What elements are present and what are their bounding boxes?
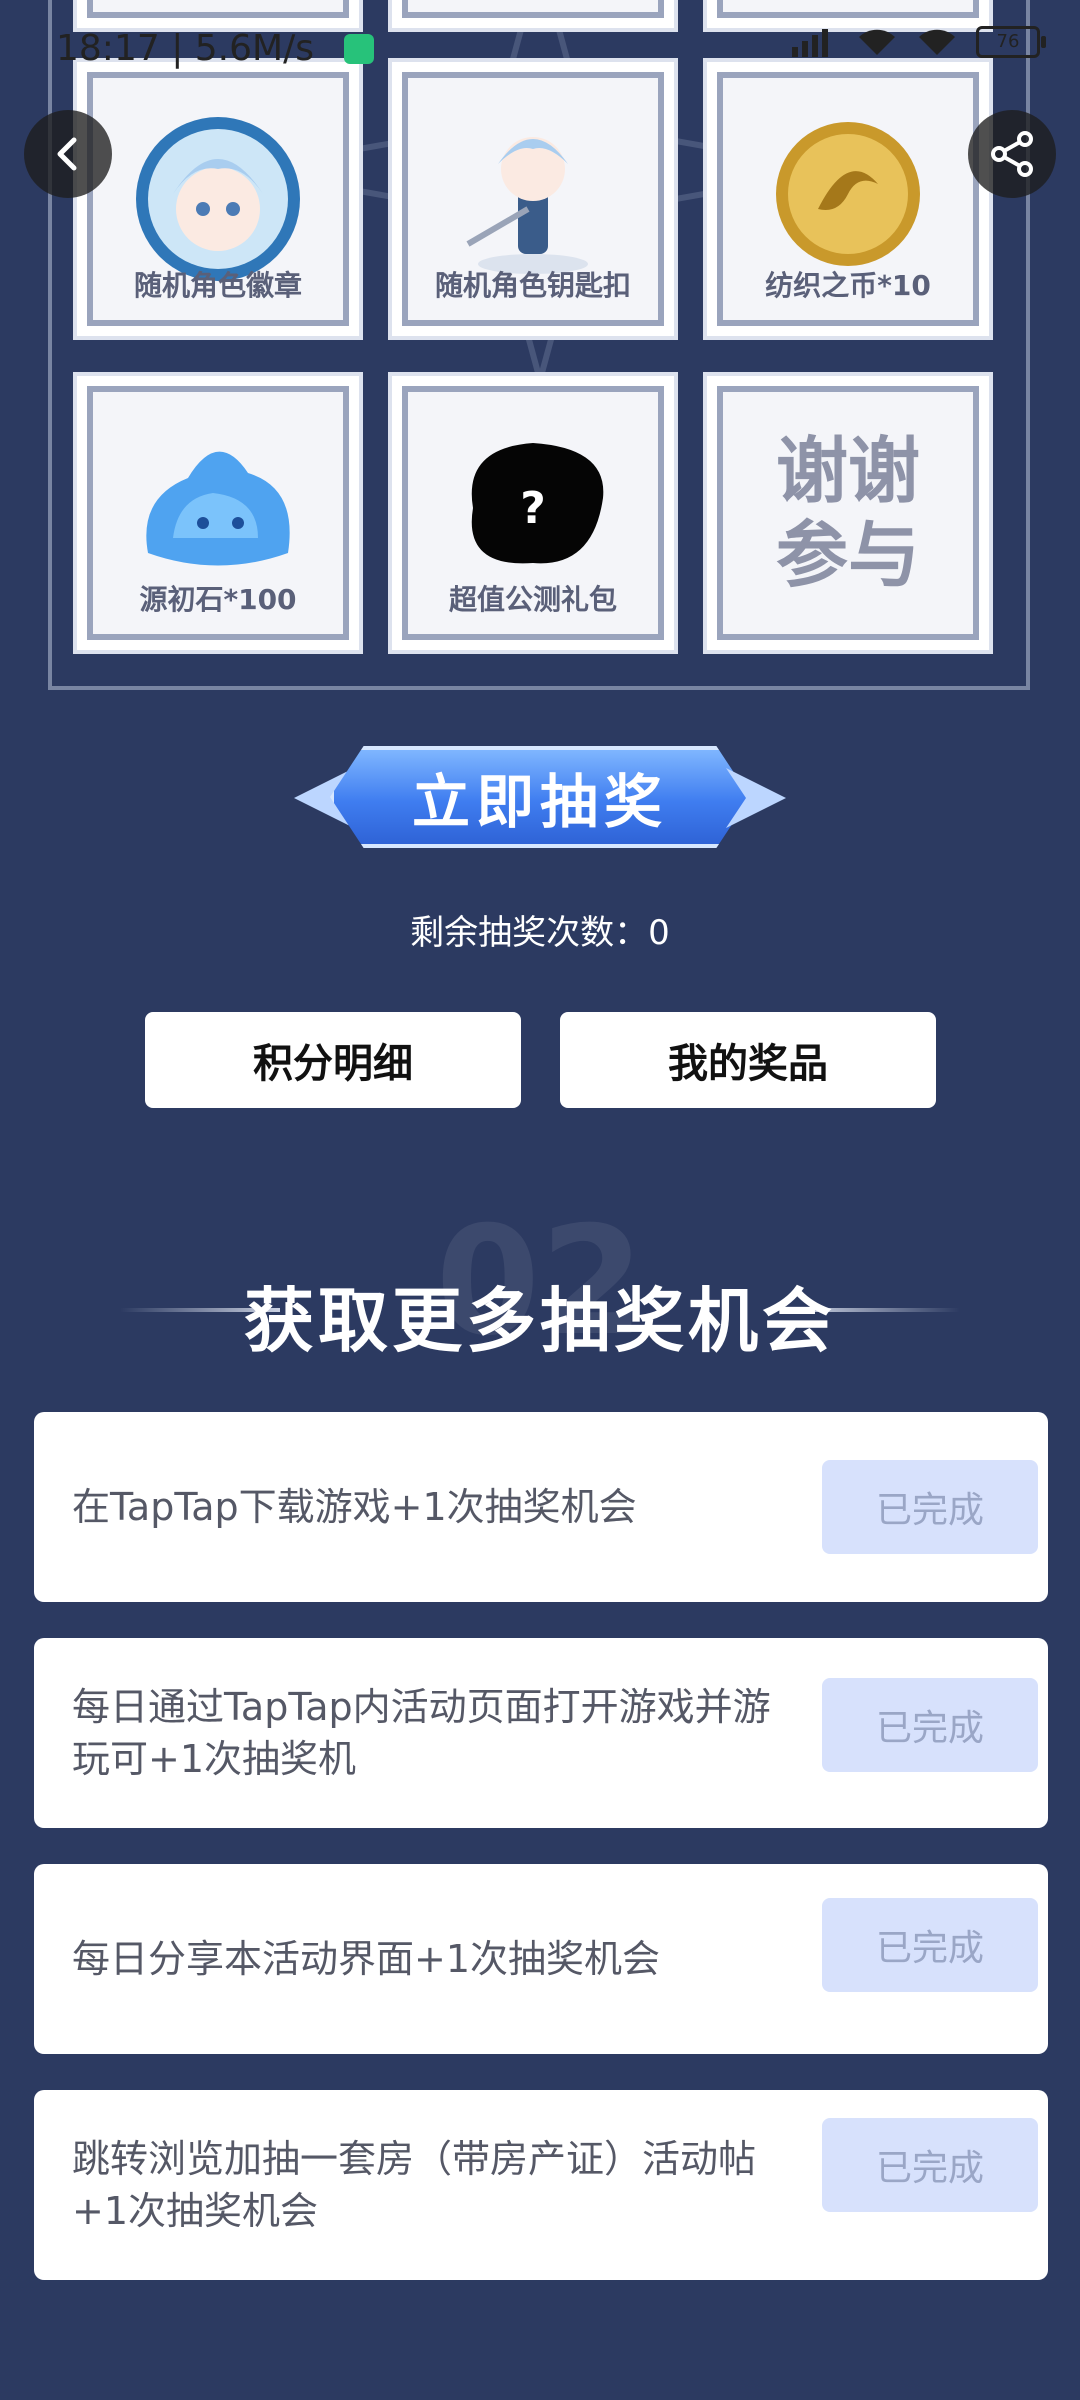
task-text: 在TapTap下载游戏+1次抽奖机会 [72, 1485, 637, 1529]
task-card: 在TapTap下载游戏+1次抽奖机会 已完成 [34, 1412, 1048, 1602]
task-card: 每日分享本活动界面+1次抽奖机会 已完成 [34, 1864, 1048, 2054]
gold-coin-icon [776, 122, 920, 266]
svg-text:?: ? [520, 483, 546, 534]
prize-label: 随机角色钥匙扣 [434, 269, 631, 302]
chevron-left-icon [57, 137, 77, 171]
section-title: 获取更多抽奖机会 [244, 1279, 836, 1362]
task-completed-button[interactable]: 已完成 [822, 2118, 1038, 2212]
prize-label: 源初石*100 [139, 583, 297, 616]
app-notification-icon [344, 34, 374, 64]
task-text: 每日分享本活动界面+1次抽奖机会 [72, 1937, 661, 1981]
task-completed-button[interactable]: 已完成 [822, 1678, 1038, 1772]
prize-label: 纺织之币*10 [765, 269, 931, 302]
prize-cell: 随机角色钥匙扣 [388, 58, 678, 340]
mystery-gift-icon: ? [471, 443, 604, 564]
my-prizes-button[interactable]: 我的奖品 [560, 1012, 936, 1108]
prize-cell: 谢谢参与 [703, 372, 993, 654]
right-arrow-decoration [726, 768, 786, 828]
prize-cell: ? 超值公测礼包 [388, 372, 678, 654]
prize-label: 随机角色徽章 [133, 269, 302, 302]
prize-label: 超值公测礼包 [448, 583, 617, 616]
share-button[interactable] [968, 110, 1056, 198]
battery-level: 76 [996, 31, 1020, 52]
prize-cell: 纺织之币*10 [703, 58, 993, 340]
prize-cell: 随机角色徽章 [73, 58, 363, 340]
character-badge-icon [136, 117, 300, 281]
status-bar: 18:17 | 5.6M/s 76 [0, 0, 1080, 92]
task-card: 每日通过TapTap内活动页面打开游戏并游玩可+1次抽奖机 已完成 [34, 1638, 1048, 1828]
task-text: 每日通过TapTap内活动页面打开游戏并游玩可+1次抽奖机 [72, 1685, 771, 1781]
points-detail-button[interactable]: 积分明细 [145, 1012, 521, 1108]
task-completed-button[interactable]: 已完成 [822, 1898, 1038, 1992]
remaining-draws-text: 剩余抽奖次数：0 [410, 913, 670, 953]
blue-slime-crystal-icon [146, 451, 290, 566]
thanks-for-participating-text: 谢谢参与 [775, 429, 920, 597]
draw-button-wrap: 立即抽奖 [294, 738, 786, 856]
task-completed-button[interactable]: 已完成 [822, 1460, 1038, 1554]
share-icon [991, 131, 1033, 177]
task-text: 跳转浏览加抽一套房（带房产证）活动帖+1次抽奖机会 [72, 2137, 757, 2233]
signal-icon [792, 29, 828, 57]
wifi-icon-2 [919, 29, 955, 55]
task-card: 跳转浏览加抽一套房（带房产证）活动帖+1次抽奖机会 已完成 [34, 2090, 1048, 2280]
character-keychain-icon [466, 137, 588, 274]
prize-cell: 源初石*100 [73, 372, 363, 654]
back-button[interactable] [24, 110, 112, 198]
wifi-icon [859, 29, 895, 55]
status-time: 18:17 | 5.6M/s [56, 28, 314, 69]
draw-now-button[interactable]: 立即抽奖 [330, 746, 750, 848]
battery-indicator: 76 [976, 26, 1046, 58]
